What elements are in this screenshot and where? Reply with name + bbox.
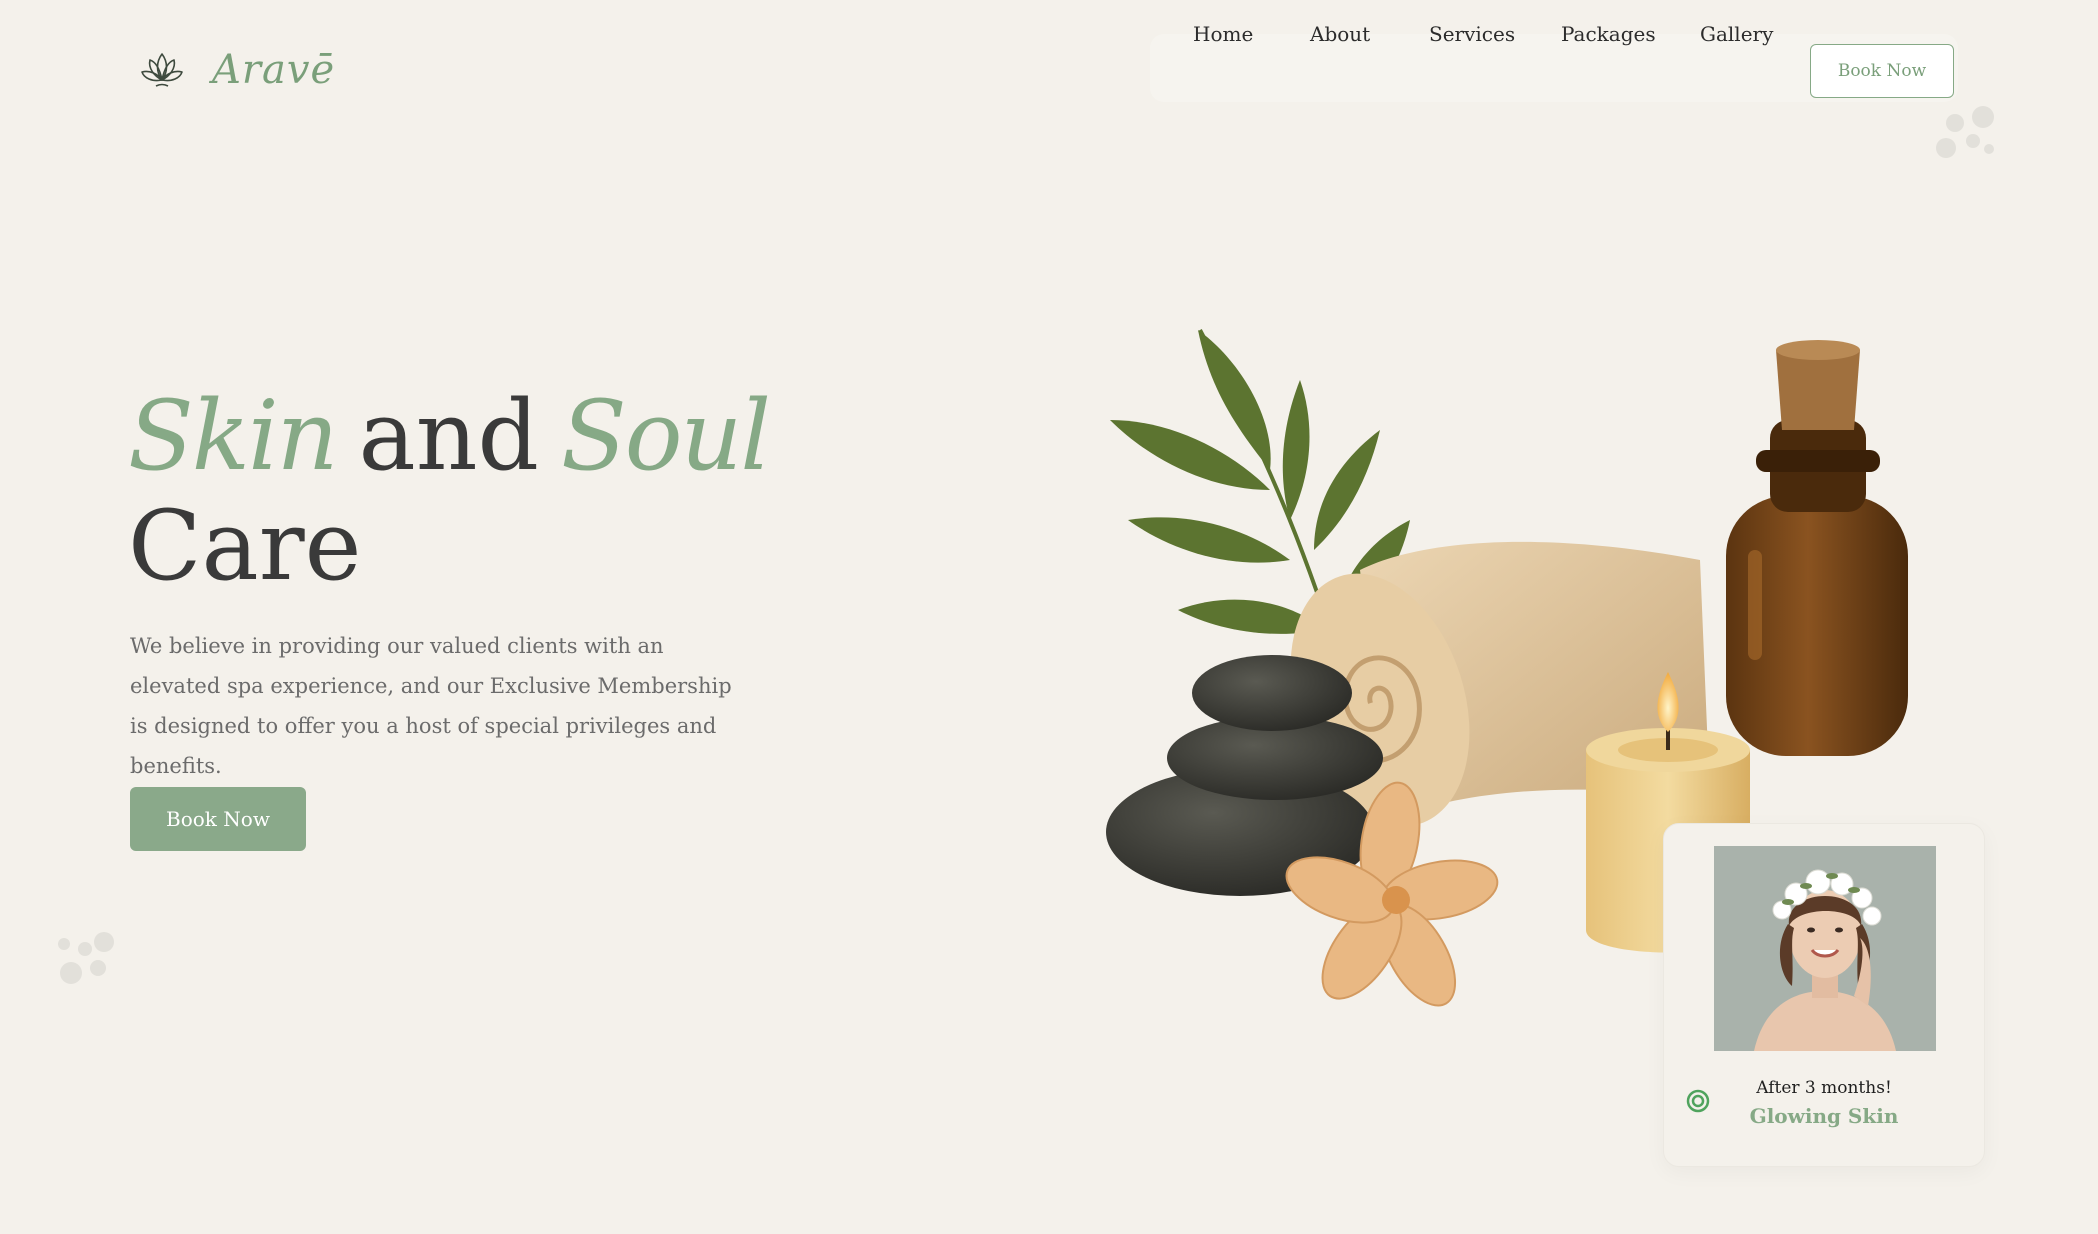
hero-book-now-button[interactable]: Book Now [130, 787, 306, 851]
hero-title-soul: Soul [560, 380, 771, 492]
decorative-dots-bottom [58, 930, 122, 994]
brand-logo[interactable]: Aravē [138, 46, 335, 94]
nav-item-home[interactable]: Home [1193, 22, 1253, 46]
stone-stack [1106, 655, 1383, 896]
hero-description: We believe in providing our valued clien… [130, 634, 732, 778]
hero-title-and: and [358, 380, 539, 492]
result-card-subtitle: After 3 months! [1756, 1078, 1892, 1098]
nav-book-now-button[interactable]: Book Now [1810, 44, 1954, 98]
result-photo [1714, 846, 1936, 1051]
result-card: After 3 months! Glowing Skin [1663, 823, 1985, 1167]
amber-bottle [1726, 340, 1908, 756]
hero-title-care: Care [128, 490, 362, 602]
nav-item-about[interactable]: About [1310, 22, 1370, 46]
woman-portrait [1714, 846, 1936, 1051]
landing-page: Aravē Home About Services Packages Galle… [0, 0, 2098, 1234]
result-card-title: Glowing Skin [1749, 1104, 1899, 1128]
nav-item-gallery[interactable]: Gallery [1700, 22, 1773, 46]
decorative-dots-top [1936, 104, 1996, 164]
nav-item-packages[interactable]: Packages [1561, 22, 1656, 46]
brand-name: Aravē [212, 47, 336, 93]
lotus-icon [141, 53, 183, 87]
hero-title: Skin and Soul Care [128, 380, 771, 594]
nav-item-services[interactable]: Services [1429, 22, 1515, 46]
hero-title-skin: Skin [128, 380, 338, 492]
